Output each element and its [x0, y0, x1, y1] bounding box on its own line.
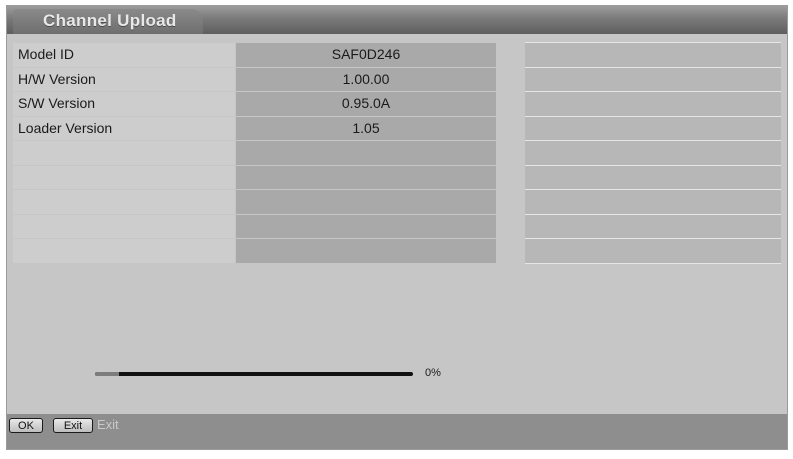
channel-upload-screen: Channel Upload Model ID SAF0D246 H/W Ver… [6, 5, 788, 450]
row-label: H/W Version [13, 67, 235, 91]
title-bar: Channel Upload [7, 6, 787, 34]
page-title: Channel Upload [43, 11, 177, 30]
ok-key-button[interactable]: OK [9, 418, 43, 433]
side-panel-row [525, 141, 781, 166]
row-value: 1.05 [236, 116, 496, 140]
row-label [13, 239, 235, 263]
exit-key-button[interactable]: Exit [53, 418, 93, 433]
row-label [13, 214, 235, 238]
row-value: 0.95.0A [236, 92, 496, 116]
upload-progress-bar [95, 371, 413, 377]
row-value [236, 165, 496, 189]
row-value [236, 239, 496, 263]
row-label [13, 165, 235, 189]
row-value [236, 214, 496, 238]
side-panel-row [525, 214, 781, 239]
side-panel-row [525, 239, 781, 264]
row-label [13, 141, 235, 165]
row-value: 1.00.00 [236, 67, 496, 91]
row-label: Loader Version [13, 116, 235, 140]
side-panel-row [525, 67, 781, 92]
progress-start-cap [95, 372, 119, 376]
exit-hint-label: Exit [97, 417, 119, 432]
row-label [13, 190, 235, 214]
side-panel-row [525, 165, 781, 190]
side-panel [525, 42, 781, 264]
progress-percent-label: 0% [425, 367, 441, 379]
row-value [236, 190, 496, 214]
progress-track [95, 372, 413, 376]
row-value [236, 141, 496, 165]
side-panel-row [525, 42, 781, 68]
side-panel-row [525, 190, 781, 215]
row-value: SAF0D246 [236, 43, 496, 67]
row-label: Model ID [13, 43, 235, 67]
side-panel-row [525, 116, 781, 141]
side-panel-row [525, 92, 781, 117]
footer-bar: OK Exit Exit [7, 414, 787, 449]
row-label: S/W Version [13, 92, 235, 116]
